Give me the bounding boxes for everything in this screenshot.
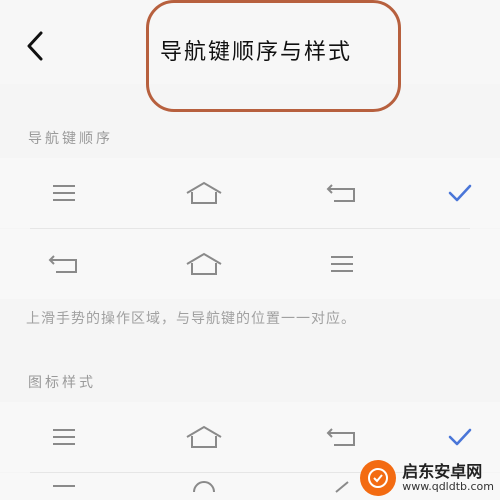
home-icon (164, 158, 244, 228)
menu-icon (24, 158, 104, 228)
nav-order-option-1[interactable] (0, 158, 500, 228)
back-icon (24, 229, 104, 299)
menu-icon (24, 402, 104, 472)
circle-icon (164, 473, 244, 500)
icon-style-label: 图标样式 (28, 375, 96, 391)
nav-order-option-2[interactable] (0, 229, 500, 299)
home-icon (164, 229, 244, 299)
checkmark-icon (420, 158, 500, 228)
watermark-title: 启东安卓网 (402, 462, 483, 482)
nav-order-label: 导航键顺序 (28, 131, 113, 147)
watermark-url: www.qdldtb.com (402, 479, 494, 493)
back-button[interactable] (18, 26, 52, 66)
chevron-left-icon (27, 31, 43, 61)
home-icon (164, 402, 244, 472)
nav-order-hint: 上滑手势的操作区域，与导航键的位置一一对应。 (26, 311, 356, 327)
back-icon (302, 158, 382, 228)
page-title: 导航键顺序与样式 (160, 40, 353, 65)
menu-icon (24, 473, 104, 500)
watermark: 启东安卓网 www.qdldtb.com (360, 460, 494, 496)
menu-icon (302, 229, 382, 299)
watermark-logo-icon (360, 460, 397, 496)
